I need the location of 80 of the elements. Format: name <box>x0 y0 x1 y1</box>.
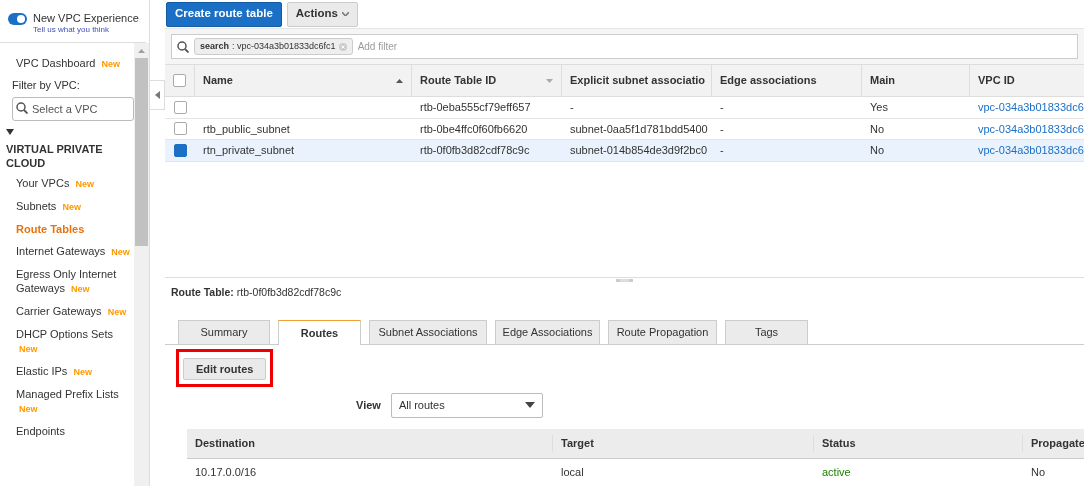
filter-token[interactable]: search : vpc-034a3b01833dc6fc1 <box>194 38 353 55</box>
view-label: View <box>356 397 381 413</box>
nav-item[interactable]: Managed Prefix Lists New <box>0 383 135 420</box>
create-route-table-button[interactable]: Create route table <box>166 1 282 27</box>
vpc-select[interactable]: Select a VPC <box>12 97 134 121</box>
table-cell: local <box>561 466 584 479</box>
status-text: active <box>822 466 851 479</box>
nav-item[interactable]: Endpoints <box>0 420 135 442</box>
search-icon <box>16 102 28 114</box>
table-cell: No <box>870 122 885 135</box>
table-cell: rtb_public_subnet <box>203 122 290 135</box>
experience-label: New VPC Experience <box>33 12 139 25</box>
detail-value: rtb-0f0fb3d82cdf78c9c <box>236 285 342 301</box>
scroll-thumb[interactable] <box>135 58 149 246</box>
nav-item[interactable]: Internet Gateways New <box>0 240 135 263</box>
table-cell: subnet-0aa5f1d781bdd5400 <box>570 122 708 135</box>
table-cell: 10.17.0.0/16 <box>195 466 257 479</box>
column-header[interactable]: Status <box>814 435 1023 452</box>
column-header[interactable]: Explicit subnet associatio <box>562 65 712 96</box>
view-select[interactable]: All routes <box>390 392 543 418</box>
table-cell: Yes <box>870 101 888 113</box>
section-heading: VIRTUAL PRIVATE CLOUD <box>5 142 104 171</box>
resize-grip[interactable] <box>616 279 633 282</box>
nav-item[interactable]: Elastic IPs New <box>0 360 135 383</box>
column-header[interactable]: Target <box>553 435 814 452</box>
filter-label: Filter by VPC: <box>11 78 81 92</box>
row-checkbox[interactable] <box>173 100 187 114</box>
table-cell: - <box>720 122 724 135</box>
row-checkbox[interactable] <box>173 74 186 87</box>
vpc-link[interactable]: vpc-034a3b01833dc6 <box>978 122 1084 135</box>
caret-left-icon <box>154 91 160 99</box>
table-cell: - <box>720 101 724 113</box>
nav-item[interactable]: Subnets New <box>0 195 135 218</box>
tab[interactable]: Edge Associations <box>495 320 600 344</box>
table-cell: rtn_private_subnet <box>203 144 295 156</box>
tab[interactable]: Route Propagation <box>608 320 717 344</box>
actions-button[interactable]: Actions <box>286 1 358 27</box>
column-header[interactable]: Route Table ID <box>412 65 562 96</box>
vpc-link[interactable]: vpc-034a3b01833dc6 <box>978 101 1084 113</box>
vpc-link[interactable]: vpc-034a3b01833dc6 <box>978 144 1084 156</box>
filter-input[interactable]: Add filter <box>357 39 1072 54</box>
tab[interactable]: Subnet Associations <box>369 320 487 344</box>
table-cell: rtb-0f0fb3d82cdf78c9c <box>420 144 530 156</box>
toggle-switch[interactable] <box>8 13 27 25</box>
table-cell: No <box>870 144 885 156</box>
column-header[interactable]: Destination <box>187 435 553 452</box>
table-cell: - <box>720 144 724 156</box>
scrollbar[interactable] <box>134 43 149 486</box>
table-cell: subnet-014b854de3d9f2bc0 <box>570 144 707 156</box>
table-cell: rtb-0eba555cf79eff657 <box>420 101 531 113</box>
nav-item[interactable]: Egress Only Internet Gateways New <box>0 263 135 300</box>
table-row[interactable]: rtn_private_subnet rtb-0f0fb3d82cdf78c9c subnet-014b854de3d9f2bc0 - No vpc-034a3b01833dc6 <box>165 140 1084 162</box>
nav-item[interactable]: VPC Dashboard New <box>0 52 135 75</box>
filter-bar[interactable]: search : vpc-034a3b01833dc6fc1 Add filter <box>171 34 1078 59</box>
row-checkbox[interactable] <box>173 143 187 157</box>
remove-icon[interactable] <box>338 42 347 51</box>
caret-down-icon <box>341 12 349 16</box>
column-header[interactable]: Propagate <box>1023 435 1084 452</box>
collapse-handle[interactable] <box>150 80 165 110</box>
nav-item[interactable]: Your VPCs New <box>0 172 135 195</box>
column-header[interactable]: Edge associations <box>712 65 862 96</box>
table-cell: - <box>570 101 574 113</box>
row-checkbox[interactable] <box>173 122 187 136</box>
caret-down-icon[interactable] <box>6 129 14 135</box>
table-cell: No <box>1031 466 1046 479</box>
tab[interactable]: Tags <box>725 320 808 344</box>
column-header[interactable]: Name <box>195 65 412 96</box>
nav-item[interactable]: Carrier Gateways New <box>0 300 135 323</box>
tab[interactable]: Summary <box>178 320 270 344</box>
search-icon <box>177 40 189 53</box>
scroll-up-icon[interactable] <box>138 49 146 53</box>
feedback-link[interactable]: Tell us what you think <box>33 25 139 35</box>
table-cell: rtb-0be4ffc0f60fb6620 <box>420 122 528 135</box>
detail-label: Route Table: <box>171 285 234 301</box>
tab[interactable]: Routes <box>278 320 361 345</box>
caret-down-icon <box>524 402 535 408</box>
column-header[interactable]: VPC ID <box>970 65 1084 96</box>
column-header[interactable]: Main <box>862 65 970 96</box>
edit-routes-button[interactable]: Edit routes <box>183 358 267 381</box>
nav-item[interactable]: DHCP Options Sets New <box>0 323 135 360</box>
